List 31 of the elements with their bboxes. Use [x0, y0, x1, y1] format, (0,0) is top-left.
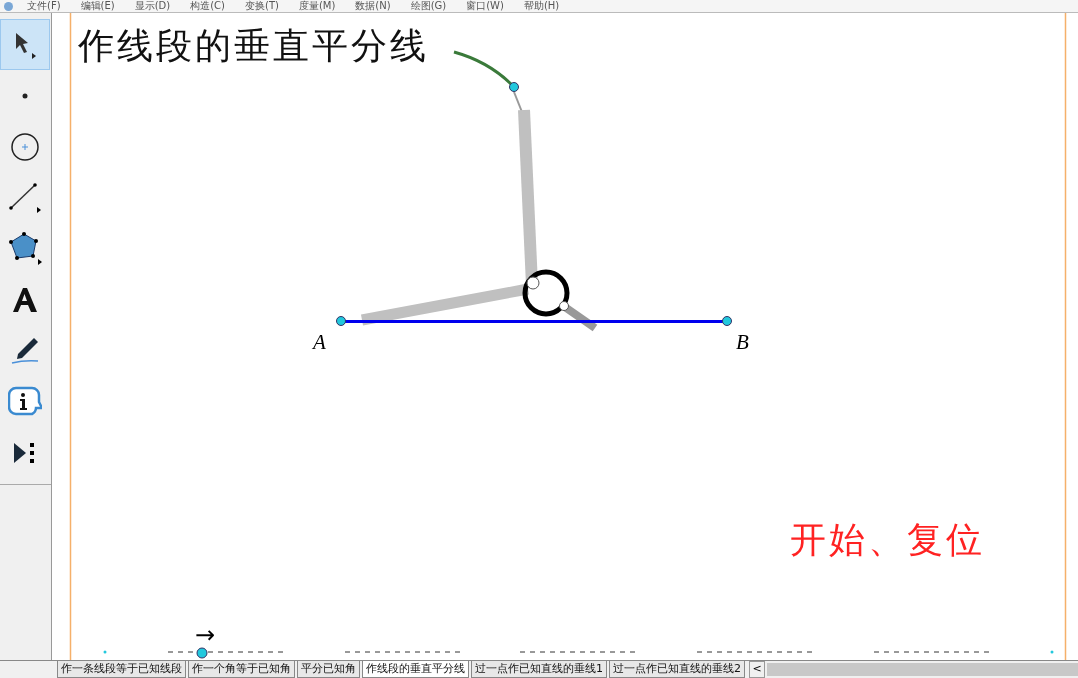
- point[interactable]: [196, 647, 208, 659]
- menu-item[interactable]: 绘图(G): [404, 0, 461, 12]
- point: [1050, 650, 1054, 654]
- page-tab[interactable]: 过一点作已知直线的垂线2: [609, 661, 745, 678]
- page-tab[interactable]: 作一个角等于已知角: [188, 661, 295, 678]
- action-button[interactable]: 开始、复位: [790, 519, 982, 560]
- menu-item[interactable]: 数据(N): [349, 0, 405, 12]
- menu-item[interactable]: 变换(T): [239, 0, 293, 12]
- scrollbar[interactable]: [767, 663, 1078, 676]
- scroll-left-button[interactable]: <: [749, 661, 765, 678]
- page-tab[interactable]: 平分已知角: [297, 661, 360, 678]
- point[interactable]: [509, 82, 519, 92]
- sketch-title: 作线段的垂直平分线: [78, 25, 426, 66]
- menu-item[interactable]: 帮助(H): [517, 0, 574, 12]
- page-tab[interactable]: 作一条线段等于已知线段: [57, 661, 186, 678]
- point-label: B: [736, 330, 749, 354]
- menu-item[interactable]: 显示(D): [128, 0, 185, 12]
- point-label: A: [313, 330, 326, 354]
- menu-item[interactable]: 度量(M): [292, 0, 350, 12]
- point[interactable]: [336, 316, 346, 326]
- app-icon: [4, 1, 13, 11]
- menu-item[interactable]: 编辑(E): [74, 0, 129, 12]
- point[interactable]: [722, 316, 732, 326]
- point: [103, 650, 107, 654]
- page-tab[interactable]: 过一点作已知直线的垂线1: [471, 661, 607, 678]
- menu-item[interactable]: 窗口(W): [460, 0, 518, 12]
- arrow-tool-icon[interactable]: [0, 19, 50, 70]
- page-tab[interactable]: 作线段的垂直平分线: [362, 661, 469, 678]
- menu-item[interactable]: 构造(C): [184, 0, 239, 12]
- menu-item[interactable]: 文件(F): [21, 0, 75, 12]
- arrow-label: →: [195, 621, 216, 649]
